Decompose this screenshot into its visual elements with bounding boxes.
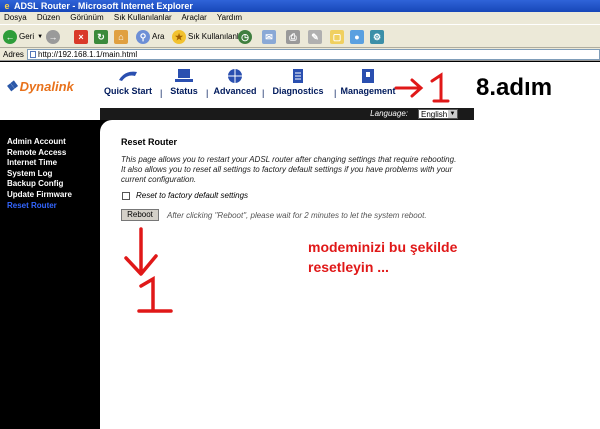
- factory-reset-checkbox[interactable]: [122, 191, 130, 200]
- folder-icon: [362, 69, 374, 83]
- globe-icon: [228, 69, 242, 83]
- step-label: 8.adım: [476, 74, 553, 101]
- star-icon: ★: [172, 30, 186, 44]
- sidebar-item-reset-router[interactable]: Reset Router: [0, 201, 72, 212]
- window-title: ADSL Router - Microsoft Internet Explore…: [14, 1, 193, 11]
- forward-button[interactable]: →: [46, 29, 62, 45]
- favorites-button[interactable]: ★ Sık Kullanılanlar: [172, 29, 246, 45]
- hand-drawn-number-1: [430, 72, 450, 103]
- nav-separator: |: [334, 88, 337, 98]
- browser-toolbar: ← Geri ▼ → × ↻ ⌂ ⚲ Ara ★ Sık Kullanılanl…: [0, 24, 600, 48]
- history-icon: ◷: [238, 30, 252, 44]
- sidebar-item-update-firmware[interactable]: Update Firmware: [0, 190, 72, 201]
- language-select[interactable]: English ▼: [418, 109, 458, 119]
- language-label: Language:: [370, 109, 408, 118]
- sidebar-item-backup-config[interactable]: Backup Config: [0, 179, 72, 190]
- nav-quick-start[interactable]: Quick Start: [102, 68, 154, 96]
- sidebar-item-internet-time[interactable]: Internet Time: [0, 158, 72, 169]
- sidebar-item-admin-account[interactable]: Admin Account: [0, 137, 72, 148]
- page-icon: [30, 51, 36, 58]
- factory-reset-option: Reset to factory default settings: [122, 191, 248, 200]
- logo-area: ❖ Dynalink: [0, 62, 100, 120]
- sidebar-item-remote-access[interactable]: Remote Access: [0, 148, 72, 159]
- sidebar: Admin Account Remote Access Internet Tim…: [0, 120, 100, 429]
- menu-favorites[interactable]: Sık Kullanılanlar: [114, 13, 172, 22]
- search-icon: ⚲: [136, 30, 150, 44]
- laptop-icon: [175, 69, 193, 82]
- search-button[interactable]: ⚲ Ara: [136, 29, 164, 45]
- menu-tools[interactable]: Araçlar: [181, 13, 206, 22]
- nav-separator: |: [262, 88, 265, 98]
- menu-edit[interactable]: Düzen: [37, 13, 60, 22]
- hand-drawn-down-arrow-icon: [124, 227, 158, 276]
- print-button[interactable]: ⎙: [286, 29, 302, 45]
- window-title-bar: e ADSL Router - Microsoft Internet Explo…: [0, 0, 600, 12]
- page-title: Reset Router: [121, 137, 178, 147]
- instruction-line-1: modeminizi bu şekilde: [308, 239, 458, 255]
- nav-status[interactable]: Status: [166, 68, 202, 96]
- address-bar: Adres http://192.168.1.1/main.html: [0, 48, 600, 61]
- instruction-annotation: modeminizi bu şekilde resetleyin ...: [308, 237, 457, 277]
- mail-icon: ✉: [262, 30, 276, 44]
- address-field[interactable]: http://192.168.1.1/main.html: [27, 49, 600, 60]
- nav-diagnostics[interactable]: Diagnostics: [268, 68, 328, 96]
- stop-icon: ×: [74, 30, 88, 44]
- stop-button[interactable]: ×: [74, 29, 90, 45]
- language-bar: Language: English ▼: [100, 108, 474, 120]
- folder-icon: ▢: [330, 30, 344, 44]
- address-label: Adres: [3, 50, 24, 59]
- back-arrow-icon: ←: [3, 30, 17, 44]
- edit-button[interactable]: ✎: [308, 29, 324, 45]
- nav-management[interactable]: Management: [340, 68, 396, 96]
- menu-help[interactable]: Yardım: [217, 13, 242, 22]
- quick-start-icon: [119, 71, 137, 81]
- forward-arrow-icon: →: [46, 30, 60, 44]
- refresh-icon: ↻: [94, 30, 108, 44]
- hand-drawn-right-arrow-icon: [394, 78, 424, 98]
- messenger-button[interactable]: ●: [350, 29, 366, 45]
- menu-file[interactable]: Dosya: [4, 13, 27, 22]
- history-button[interactable]: ◷: [238, 29, 254, 45]
- messenger-icon: ●: [350, 30, 364, 44]
- tools-button[interactable]: ⚙: [370, 29, 386, 45]
- sidebar-item-system-log[interactable]: System Log: [0, 169, 72, 180]
- page-description: This page allows you to restart your ADS…: [121, 155, 457, 184]
- hand-drawn-number-1: [137, 276, 173, 313]
- address-url: http://192.168.1.1/main.html: [38, 50, 138, 59]
- reboot-note: After clicking "Reboot", please wait for…: [167, 211, 427, 220]
- nav-separator: |: [160, 88, 163, 98]
- brand-logo[interactable]: ❖ Dynalink: [5, 78, 74, 95]
- factory-reset-label: Reset to factory default settings: [136, 191, 249, 200]
- gear-icon: ⚙: [370, 30, 384, 44]
- menu-view[interactable]: Görünüm: [70, 13, 103, 22]
- folder-button[interactable]: ▢: [330, 29, 346, 45]
- chevron-down-icon: ▼: [448, 110, 457, 118]
- logo-mark-icon: ❖: [5, 78, 18, 94]
- nav-separator: |: [206, 88, 209, 98]
- reboot-button[interactable]: Reboot: [121, 209, 159, 221]
- print-icon: ⎙: [286, 30, 300, 44]
- chevron-down-icon: ▼: [37, 34, 44, 40]
- refresh-button[interactable]: ↻: [94, 29, 110, 45]
- nav-advanced[interactable]: Advanced: [212, 68, 258, 96]
- instruction-line-2: resetleyin ...: [308, 259, 389, 275]
- mail-button[interactable]: ✉: [262, 29, 278, 45]
- home-icon: ⌂: [114, 30, 128, 44]
- ie-icon: e: [4, 1, 10, 11]
- home-button[interactable]: ⌂: [114, 29, 130, 45]
- back-button[interactable]: ← Geri ▼: [3, 29, 43, 45]
- menu-bar: Dosya Düzen Görünüm Sık Kullanılanlar Ar…: [0, 12, 600, 24]
- clipboard-icon: [293, 69, 303, 83]
- edit-icon: ✎: [308, 30, 322, 44]
